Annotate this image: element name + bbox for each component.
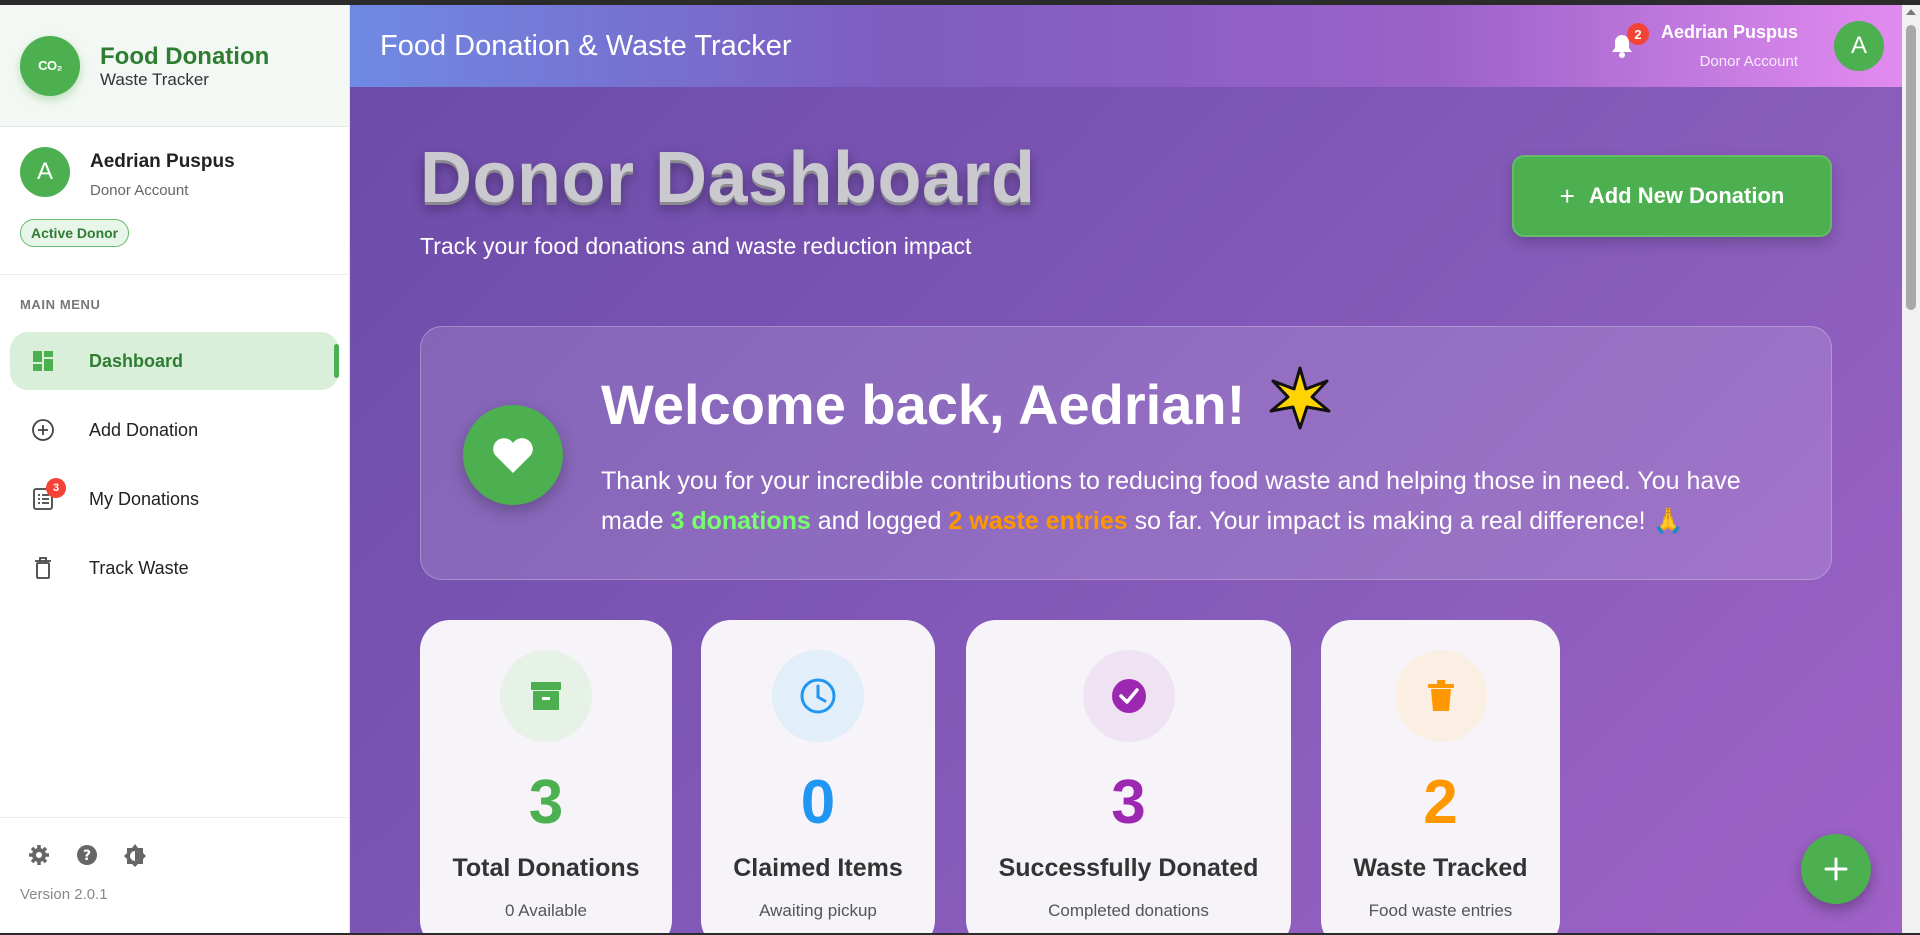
trash-icon xyxy=(1394,650,1487,742)
brand-title: Food Donation xyxy=(100,42,270,70)
waste-count-highlight: 2 waste entries xyxy=(948,507,1128,535)
archive-box-icon xyxy=(500,650,592,742)
sidebar-footer: ? Version 2.0.1 xyxy=(0,817,350,933)
sidebar-item-label: Add Donation xyxy=(89,419,199,440)
floating-add-button[interactable] xyxy=(1801,834,1871,904)
brand-subtitle: Waste Tracker xyxy=(100,69,209,89)
user-name: Aedrian Puspus xyxy=(90,151,235,172)
add-new-donation-button[interactable]: + Add New Donation xyxy=(1512,155,1832,237)
trash-icon xyxy=(30,555,56,581)
main-content: Food Donation & Waste Tracker 2 Aedrian … xyxy=(350,5,1902,933)
page-subtitle: Track your food donations and waste redu… xyxy=(420,233,972,259)
my-donations-count-badge: 3 xyxy=(46,478,66,498)
co2-logo-icon: CO₂ xyxy=(20,35,80,96)
welcome-card: Welcome back, Aedrian! Thank you for you… xyxy=(420,326,1832,580)
sidebar-item-label: Track Waste xyxy=(89,557,189,578)
welcome-text-part: and logged xyxy=(810,507,949,535)
svg-text:?: ? xyxy=(83,848,91,864)
stat-description: Food waste entries xyxy=(1368,901,1513,920)
welcome-text-part: so far. Your impact is making a real dif… xyxy=(1127,507,1653,535)
stat-value: 2 xyxy=(1423,768,1458,837)
stat-description: Completed donations xyxy=(1048,901,1209,920)
sidebar-item-dashboard[interactable]: Dashboard xyxy=(10,332,339,390)
header-user-role: Donor Account xyxy=(1699,53,1798,70)
vertical-scrollbar[interactable] xyxy=(1902,5,1920,933)
header-avatar[interactable]: A xyxy=(1834,21,1884,71)
plus-icon: + xyxy=(1559,180,1575,211)
sidebar-item-my-donations[interactable]: 3 My Donations xyxy=(10,470,339,528)
add-new-donation-label: Add New Donation xyxy=(1588,183,1785,208)
welcome-message: Thank you for your incredible contributi… xyxy=(601,461,1801,541)
star-icon xyxy=(1267,365,1333,444)
sidebar-user-card: A Aedrian Puspus Donor Account Active Do… xyxy=(0,127,349,275)
stat-label: Waste Tracked xyxy=(1353,854,1528,882)
list-icon: 3 xyxy=(30,478,66,512)
gear-icon[interactable] xyxy=(26,842,52,868)
stat-label: Claimed Items xyxy=(733,854,903,882)
stat-label: Successfully Donated xyxy=(998,854,1259,882)
donations-count-highlight: 3 donations xyxy=(670,507,811,535)
brand[interactable]: CO₂ Food Donation Waste Tracker xyxy=(0,5,349,127)
status-badge: Active Donor xyxy=(20,219,130,247)
stat-value: 3 xyxy=(1111,768,1146,837)
stat-value: 3 xyxy=(528,768,564,837)
help-icon[interactable]: ? xyxy=(74,842,100,868)
stat-card-total-donations[interactable]: 3 Total Donations 0 Available xyxy=(420,620,672,933)
user-role: Donor Account xyxy=(90,182,189,199)
sidebar-item-label: Dashboard xyxy=(89,350,184,371)
heart-icon xyxy=(463,405,563,505)
avatar[interactable]: A xyxy=(20,147,70,197)
welcome-title: Welcome back, Aedrian! xyxy=(601,373,1246,436)
brightness-icon[interactable] xyxy=(122,842,148,868)
scroll-up-arrow-icon[interactable] xyxy=(1906,9,1916,15)
sidebar-item-add-donation[interactable]: Add Donation xyxy=(10,401,339,459)
page-title: Donor Dashboard xyxy=(420,138,1036,218)
stat-value: 0 xyxy=(800,768,836,837)
top-header: Food Donation & Waste Tracker 2 Aedrian … xyxy=(350,5,1902,87)
menu-heading: MAIN MENU xyxy=(20,297,101,312)
version-label: Version 2.0.1 xyxy=(20,886,108,903)
notification-count-badge: 2 xyxy=(1626,23,1649,45)
stat-card-waste-tracked[interactable]: 2 Waste Tracked Food waste entries xyxy=(1321,620,1560,933)
sidebar: CO₂ Food Donation Waste Tracker A Aedria… xyxy=(0,5,350,933)
notification-bell[interactable]: 2 xyxy=(1607,23,1649,61)
plus-icon xyxy=(1824,857,1848,881)
stat-label: Total Donations xyxy=(452,854,640,882)
stat-description: Awaiting pickup xyxy=(759,901,877,920)
header-title: Food Donation & Waste Tracker xyxy=(380,29,792,62)
header-user-name: Aedrian Puspus xyxy=(1660,22,1798,42)
add-circle-icon xyxy=(30,417,56,443)
scrollbar-thumb[interactable] xyxy=(1906,25,1916,310)
sidebar-item-track-waste[interactable]: Track Waste xyxy=(10,539,339,597)
sidebar-item-label: My Donations xyxy=(89,488,200,509)
stat-card-successfully-donated[interactable]: 3 Successfully Donated Completed donatio… xyxy=(966,620,1291,933)
clock-icon xyxy=(772,650,864,742)
check-circle-icon xyxy=(1082,650,1175,742)
stat-card-claimed-items[interactable]: 0 Claimed Items Awaiting pickup xyxy=(701,620,935,933)
dashboard-icon xyxy=(30,348,56,374)
praying-hands-icon: 🙏 xyxy=(1652,507,1684,535)
stat-description: 0 Available xyxy=(505,901,587,920)
